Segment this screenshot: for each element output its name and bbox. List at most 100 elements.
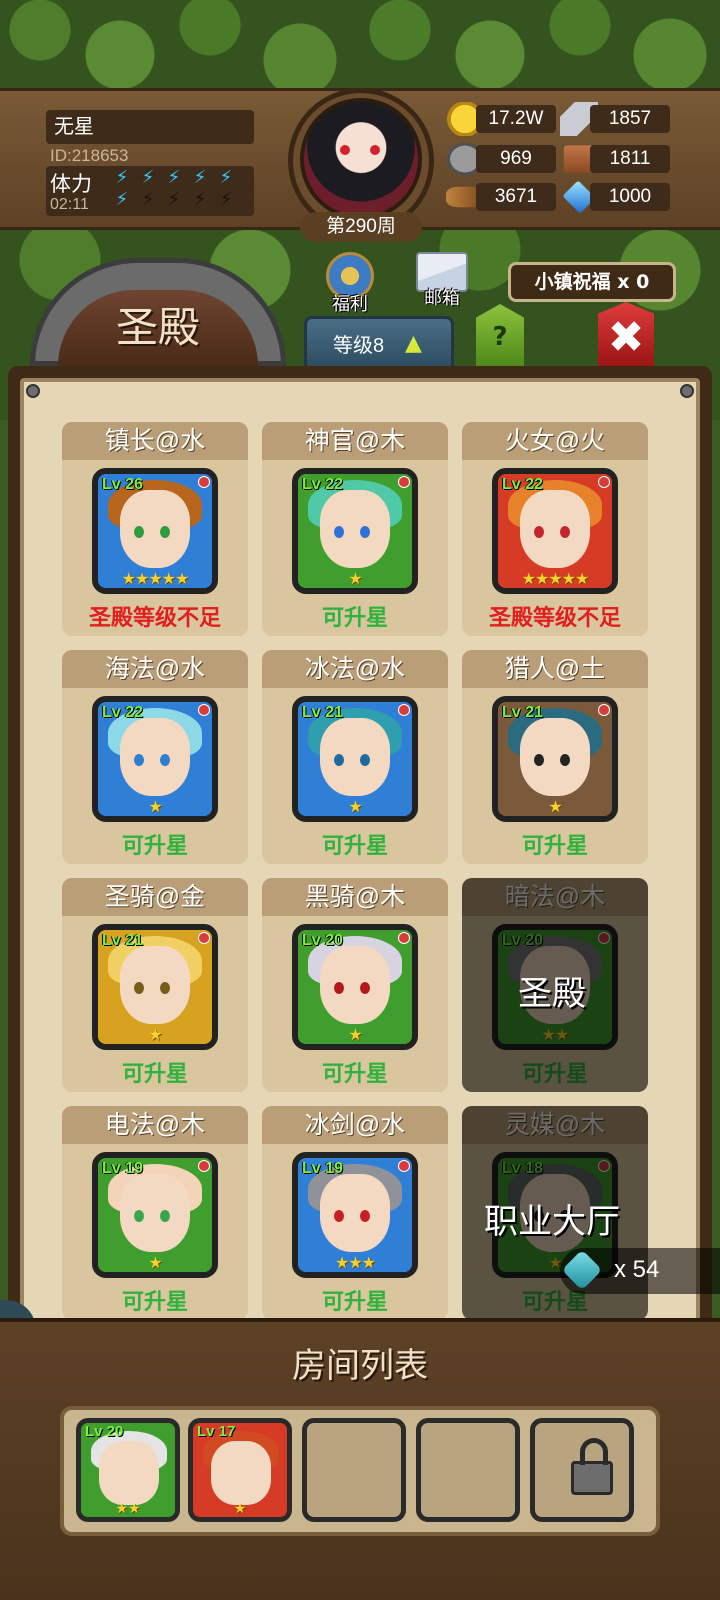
hero-eyes bbox=[334, 1210, 376, 1222]
hero-portrait[interactable]: Lv 26 ★★★★★ bbox=[92, 468, 218, 594]
hero-eyes bbox=[134, 982, 176, 994]
stamina-bolt-icon: ⚡ bbox=[115, 167, 129, 188]
wood-value: 3671 bbox=[476, 183, 556, 211]
locked-room-slot[interactable] bbox=[530, 1418, 634, 1522]
hero-portrait[interactable]: Lv 20 ★ bbox=[292, 924, 418, 1050]
hero-eyes bbox=[534, 526, 576, 538]
hero-card[interactable]: 电法@木 Lv 19 ★ 可升星 bbox=[62, 1106, 248, 1320]
hero-portrait[interactable]: Lv 22 ★★★★★ bbox=[492, 468, 618, 594]
hero-stars: ★ bbox=[348, 1025, 362, 1044]
hero-status: 可升星 bbox=[321, 1061, 388, 1086]
empty-room-slot[interactable] bbox=[416, 1418, 520, 1522]
mail-label: 邮箱 bbox=[424, 288, 460, 308]
resource-gold[interactable]: 17.2W bbox=[446, 102, 556, 136]
hero-card[interactable]: 猎人@土 Lv 21 ★ 可升星 bbox=[462, 650, 648, 864]
room-hero-stars: ★ bbox=[233, 1501, 247, 1517]
hero-eyes bbox=[134, 754, 176, 766]
hero-eyes bbox=[334, 526, 376, 538]
hero-gem-icon bbox=[598, 932, 610, 944]
hero-portrait[interactable]: Lv 19 ★ bbox=[92, 1152, 218, 1278]
welfare-button[interactable]: 福利 bbox=[318, 252, 382, 316]
town-blessing-badge[interactable]: 小镇祝福 x 0 bbox=[508, 262, 676, 302]
stamina-bolts: ⚡ ⚡ ⚡ ⚡ ⚡ ⚡ ⚡ ⚡ ⚡ ⚡ bbox=[112, 168, 242, 210]
resource-crystal[interactable]: 1000 bbox=[560, 180, 670, 214]
hero-face bbox=[99, 1441, 159, 1505]
crystal-value: 1000 bbox=[590, 183, 670, 211]
mail-button[interactable]: 邮箱 bbox=[410, 246, 474, 310]
hero-level: Lv 20 bbox=[302, 932, 343, 949]
hero-portrait[interactable]: Lv 21 ★ bbox=[92, 924, 218, 1050]
gold-value: 17.2W bbox=[476, 105, 556, 133]
hero-card[interactable]: 镇长@水 Lv 26 ★★★★★ 圣殿等级不足 bbox=[62, 422, 248, 636]
hero-card[interactable]: 火女@火 Lv 22 ★★★★★ 圣殿等级不足 bbox=[462, 422, 648, 636]
stamina-bolt-icon: ⚡ bbox=[219, 167, 233, 188]
stamina-bolt-icon: ⚡ bbox=[167, 167, 181, 188]
stamina-timer: 02:11 bbox=[50, 196, 89, 213]
leather-value: 1811 bbox=[590, 145, 670, 173]
hero-portrait[interactable]: Lv 21 ★ bbox=[492, 696, 618, 822]
hero-gem-icon bbox=[598, 1160, 610, 1172]
room-hero-slot[interactable]: Lv 20 ★★ bbox=[76, 1418, 180, 1522]
stamina-bolt-icon: ⚡ bbox=[219, 189, 233, 210]
hero-portrait[interactable]: Lv 22 ★ bbox=[292, 468, 418, 594]
hero-status: 可升星 bbox=[521, 833, 588, 858]
hero-status: 可升星 bbox=[321, 833, 388, 858]
hero-gem-icon bbox=[198, 476, 210, 488]
room-list-title: 房间列表 bbox=[292, 1346, 428, 1386]
rivet bbox=[680, 384, 694, 398]
hero-eyes bbox=[134, 526, 176, 538]
hero-gem-icon bbox=[598, 476, 610, 488]
resource-iron[interactable]: 1857 bbox=[560, 102, 670, 136]
hero-gem-icon bbox=[398, 476, 410, 488]
hero-card[interactable]: 黑骑@木 Lv 20 ★ 可升星 bbox=[262, 878, 448, 1092]
stamina-bolt-icon: ⚡ bbox=[141, 167, 155, 188]
hero-status: 可升星 bbox=[121, 1061, 188, 1086]
avatar-eyes bbox=[340, 145, 384, 157]
hero-status: 圣殿等级不足 bbox=[88, 605, 221, 630]
hero-portrait[interactable]: Lv 22 ★ bbox=[92, 696, 218, 822]
hero-stars: ★ bbox=[148, 1025, 162, 1044]
hero-card[interactable]: 冰剑@水 Lv 19 ★★★ 可升星 bbox=[262, 1106, 448, 1320]
room-hero-level: Lv 20 bbox=[85, 1423, 124, 1440]
hero-gem-icon bbox=[598, 704, 610, 716]
hero-gem-icon bbox=[398, 1160, 410, 1172]
player-name: 无星 bbox=[46, 110, 254, 144]
hero-level: Lv 20 bbox=[502, 932, 543, 949]
close-button[interactable]: ✖ bbox=[598, 302, 654, 366]
resource-stone[interactable]: 969 bbox=[446, 142, 556, 176]
room-hero-stars: ★★ bbox=[115, 1501, 141, 1517]
avatar[interactable] bbox=[300, 98, 422, 220]
hero-portrait[interactable]: Lv 21 ★ bbox=[292, 696, 418, 822]
lock-icon bbox=[571, 1438, 613, 1495]
hero-card[interactable]: 冰法@水 Lv 21 ★ 可升星 bbox=[262, 650, 448, 864]
resource-wood[interactable]: 3671 bbox=[446, 180, 556, 212]
hero-eyes bbox=[534, 754, 576, 766]
hero-stars: ★★ bbox=[541, 1025, 570, 1044]
room-hero-slot[interactable]: Lv 17 ★ bbox=[188, 1418, 292, 1522]
level-label: 等级8 bbox=[333, 335, 385, 357]
hero-status: 圣殿等级不足 bbox=[488, 605, 621, 630]
hero-card[interactable]: 圣骑@金 Lv 21 ★ 可升星 bbox=[62, 878, 248, 1092]
hero-title: 暗法@木 bbox=[462, 878, 648, 916]
hero-portrait[interactable]: Lv 19 ★★★ bbox=[292, 1152, 418, 1278]
hero-stars: ★ bbox=[348, 797, 362, 816]
resource-leather[interactable]: 1811 bbox=[560, 142, 670, 174]
hero-card[interactable]: 神官@木 Lv 22 ★ 可升星 bbox=[262, 422, 448, 636]
hero-stars: ★★★★★ bbox=[121, 569, 190, 588]
hero-stars: ★ bbox=[548, 797, 562, 816]
level-tab[interactable]: 等级8 ▲ bbox=[304, 316, 454, 366]
hero-eyes bbox=[334, 754, 376, 766]
hero-status: 可升星 bbox=[121, 833, 188, 858]
empty-room-slot[interactable] bbox=[302, 1418, 406, 1522]
hero-card[interactable]: 海法@水 Lv 22 ★ 可升星 bbox=[62, 650, 248, 864]
stamina-bolt-icon: ⚡ bbox=[141, 189, 155, 210]
hero-eyes bbox=[134, 1210, 176, 1222]
stamina-bolt-icon: ⚡ bbox=[167, 189, 181, 210]
hero-title: 海法@水 bbox=[62, 650, 248, 688]
hero-title: 冰法@水 bbox=[262, 650, 448, 688]
hero-gem-icon bbox=[198, 704, 210, 716]
hero-stars: ★ bbox=[148, 1253, 162, 1272]
hero-title: 火女@火 bbox=[462, 422, 648, 460]
hero-status: 可升星 bbox=[121, 1289, 188, 1314]
hero-gem-icon bbox=[198, 1160, 210, 1172]
